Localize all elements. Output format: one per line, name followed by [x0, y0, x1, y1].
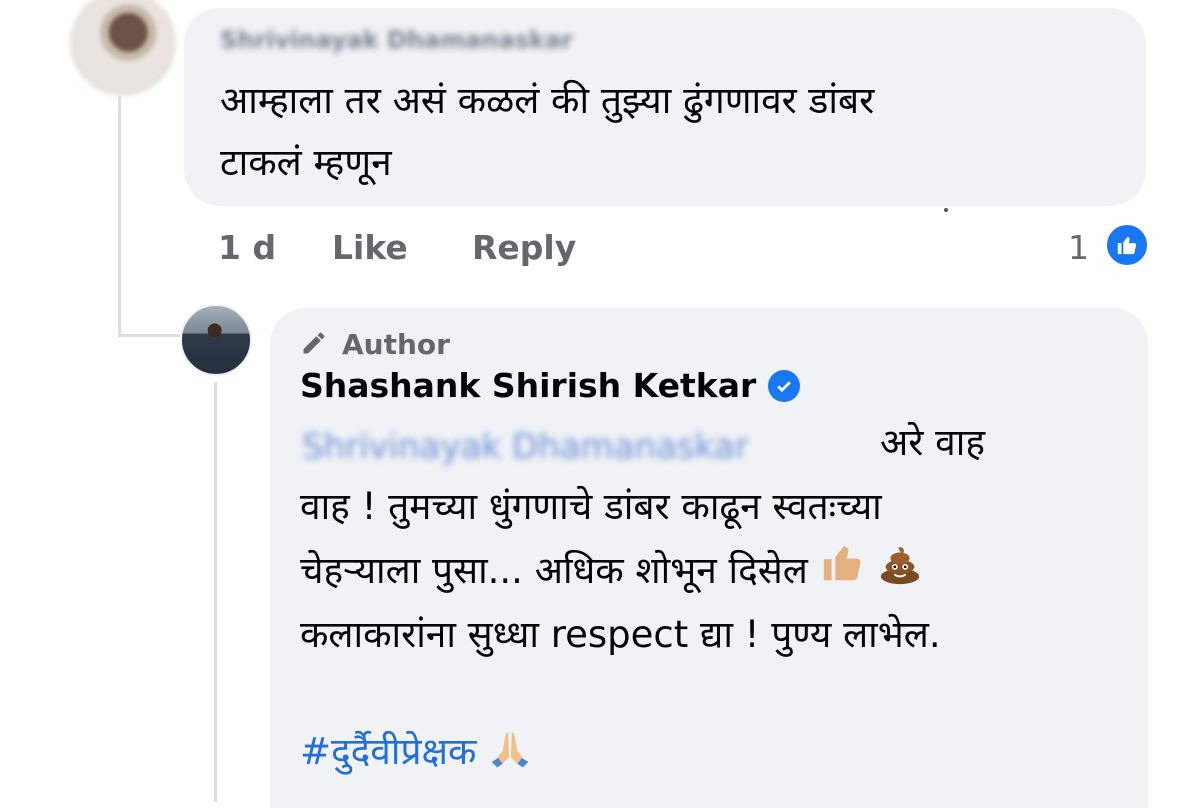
reply-line: कलाकारांना सुध्धा respect द्या ! पुण्य ल… [300, 613, 941, 656]
hashtag-link[interactable]: #दुर्दैवीप्रेक्षक [300, 724, 532, 780]
reply-line: वाह ! तुमच्या धुंगणाचे डांबर काढून स्वतः… [300, 485, 882, 528]
pencil-icon [300, 329, 328, 361]
comment-timestamp[interactable]: 1 d [218, 228, 276, 267]
author-badge-label: Author [342, 328, 450, 361]
commenter-name[interactable]: Shrivinayak Dhamanaskar [220, 26, 573, 54]
comment-line: टाकलं म्हणून [220, 141, 392, 184]
like-reaction-icon[interactable] [1104, 222, 1150, 268]
comment-line: आम्हाला तर असं कळलं की तुझ्या ढुंगणावर ड… [220, 79, 875, 122]
verified-badge-icon [768, 369, 801, 402]
reply-text: अरे वाह वाह ! तुमच्या धुंगणाचे डांबर काढ… [300, 412, 1120, 668]
reply-line: अरे वाह [300, 412, 1120, 476]
reply-line: चेहऱ्याला पुसा... अधिक शोभून दिसेल [300, 540, 1120, 604]
commenter-avatar[interactable] [70, 0, 176, 96]
hashtag-text[interactable]: #दुर्दैवीप्रेक्षक [300, 730, 476, 773]
reply-line-text: अरे वाह [880, 421, 985, 464]
thumbs-up-icon [820, 540, 866, 605]
author-badge: Author [300, 328, 450, 361]
reply-line-text: चेहऱ्याला पुसा... अधिक शोभून दिसेल [300, 549, 808, 592]
folded-hands-icon [488, 727, 532, 780]
like-button[interactable]: Like [332, 228, 408, 267]
reply-author: Shashank Shirish Ketkar [300, 366, 801, 405]
poop-icon [877, 540, 923, 605]
comment-text: आम्हाला तर असं कळलं की तुझ्या ढुंगणावर ड… [220, 70, 1120, 194]
reply-button[interactable]: Reply [472, 228, 576, 267]
decorative-dot [944, 208, 948, 212]
reply-thread-line [214, 382, 217, 802]
reaction-count[interactable]: 1 [1068, 228, 1089, 267]
thread-line-branch [118, 334, 180, 337]
author-avatar[interactable] [180, 304, 252, 376]
thread-line-vertical [118, 96, 121, 336]
reply-author-name[interactable]: Shashank Shirish Ketkar [300, 366, 756, 405]
